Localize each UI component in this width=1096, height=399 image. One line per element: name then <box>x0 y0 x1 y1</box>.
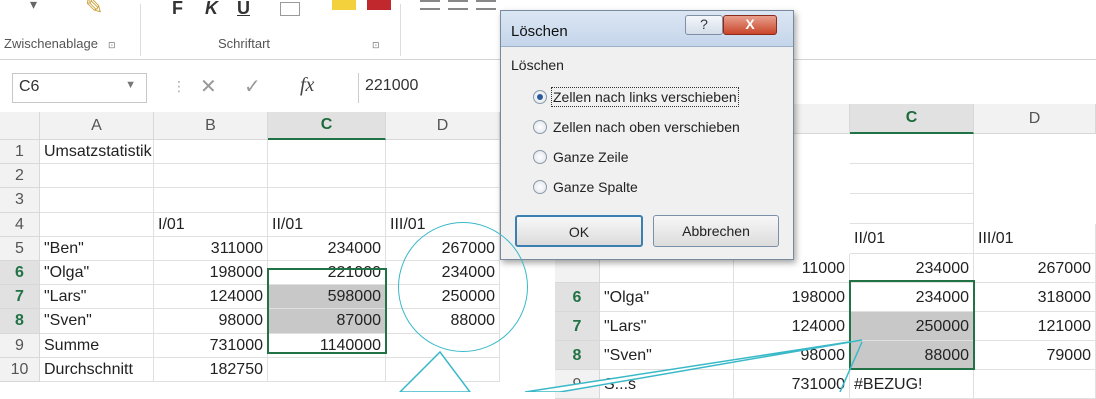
callout-pointer <box>398 350 471 392</box>
callout-pointer <box>524 339 863 392</box>
callout-lines <box>398 339 863 392</box>
callout-pointer <box>839 341 863 392</box>
